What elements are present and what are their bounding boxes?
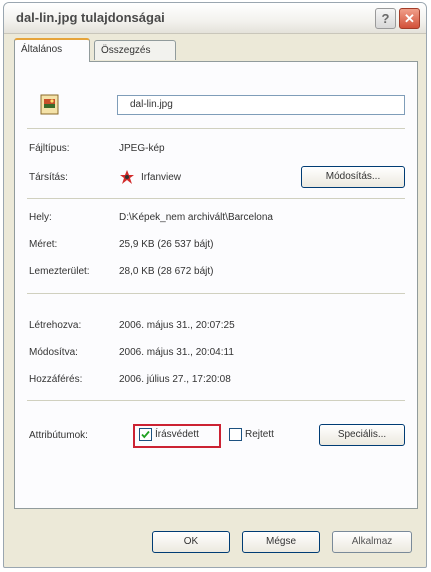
separator <box>27 400 405 401</box>
highlight-box <box>133 424 221 448</box>
disk-size-value: 28,0 KB (28 672 bájt) <box>119 266 214 277</box>
modified-label: Módosítva: <box>29 347 78 358</box>
location-value: D:\Képek_nem archivált\Barcelona <box>119 212 273 223</box>
attributes-label: Attribútumok: <box>29 430 88 441</box>
close-button[interactable]: ✕ <box>399 8 420 29</box>
jpeg-file-icon <box>40 94 59 115</box>
ok-button[interactable]: OK <box>152 531 230 553</box>
special-button[interactable]: Speciális... <box>319 424 405 446</box>
separator <box>27 293 405 294</box>
size-label: Méret: <box>29 239 58 250</box>
change-button[interactable]: Módosítás... <box>301 166 405 188</box>
cancel-button[interactable]: Mégse <box>242 531 320 553</box>
help-button[interactable]: ? <box>375 8 396 29</box>
disk-size-label: Lemezterület: <box>29 266 90 277</box>
properties-dialog: dal-lin.jpg tulajdonságai ? ✕ Általános … <box>3 2 427 568</box>
location-label: Hely: <box>29 212 52 223</box>
apply-button[interactable]: Alkalmaz <box>332 531 412 553</box>
type-value: JPEG-kép <box>119 143 165 154</box>
file-name-field[interactable]: dal-lin.jpg <box>117 95 405 115</box>
separator <box>27 198 405 199</box>
accessed-value: 2006. július 27., 17:20:08 <box>119 374 231 385</box>
created-label: Létrehozva: <box>29 320 82 331</box>
tab-general[interactable]: Általános <box>14 38 90 62</box>
window-title: dal-lin.jpg tulajdonságai <box>16 10 165 25</box>
irfanview-icon <box>120 170 134 184</box>
type-label: Fájltípus: <box>29 143 70 154</box>
hidden-checkbox[interactable]: Rejtett <box>229 428 274 441</box>
general-panel: dal-lin.jpg Fájltípus: JPEG-kép Társítás… <box>14 61 418 509</box>
modified-value: 2006. május 31., 20:04:11 <box>119 347 234 358</box>
tab-summary[interactable]: Összegzés <box>94 40 176 60</box>
title-bar[interactable]: dal-lin.jpg tulajdonságai ? ✕ <box>4 3 426 34</box>
separator <box>27 128 405 129</box>
opens-with-label: Társítás: <box>29 172 68 183</box>
created-value: 2006. május 31., 20:07:25 <box>119 320 235 331</box>
size-value: 25,9 KB (26 537 bájt) <box>119 239 214 250</box>
checkbox-unchecked-icon <box>229 428 242 441</box>
accessed-label: Hozzáférés: <box>29 374 83 385</box>
opens-with-value: Irfanview <box>141 172 182 183</box>
hidden-label: Rejtett <box>245 429 274 441</box>
